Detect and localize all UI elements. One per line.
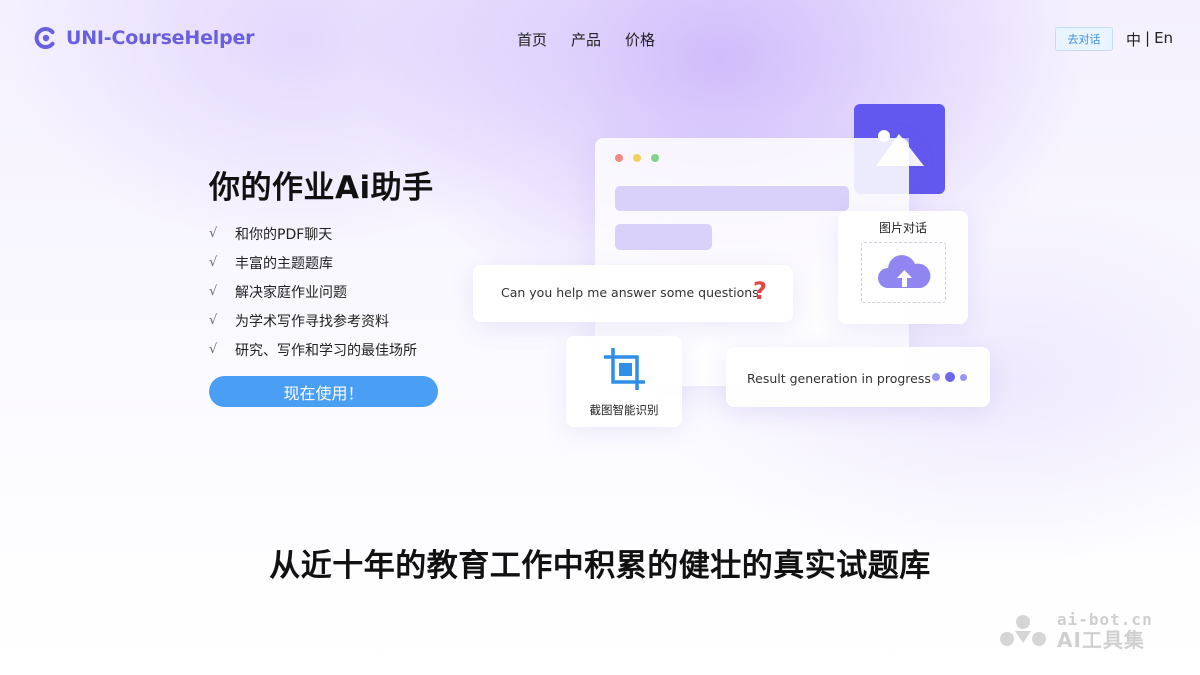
feature-label: 研究、写作和学习的最佳场所 <box>235 342 417 359</box>
list-item: √ 解决家庭作业问题 <box>209 277 417 306</box>
use-now-button[interactable]: 现在使用！ <box>209 376 438 407</box>
section-title: 从近十年的教育工作中积累的健壮的真实试题库 <box>269 548 931 584</box>
logo-icon <box>34 27 55 49</box>
cloud-upload-icon <box>878 255 931 288</box>
list-item: √ 丰富的主题题库 <box>209 248 417 277</box>
result-card: Result generation in progress <box>726 347 990 407</box>
brand-name: UNI-CourseHelper <box>66 27 255 49</box>
main-nav: 首页 产品 价格 <box>517 29 655 50</box>
watermark-name: AI工具集 <box>1057 628 1145 652</box>
crop-ocr-card: 截图智能识别 <box>566 336 682 427</box>
feature-list: √ 和你的PDF聊天 √ 丰富的主题题库 √ 解决家庭作业问题 √ 为学术写作寻找参考资… <box>209 219 417 364</box>
loading-dot <box>960 374 967 381</box>
window-dot-green <box>651 154 659 162</box>
crop-ocr-label: 截图智能识别 <box>589 403 659 417</box>
nav-product[interactable]: 产品 <box>571 29 601 50</box>
check-icon: √ <box>209 284 218 299</box>
watermark: ai-bot.cn AI工具集 <box>995 612 1153 650</box>
window-dot-yellow <box>633 154 641 162</box>
upload-dropzone <box>861 242 946 303</box>
question-mark-icon: ? <box>753 277 767 305</box>
check-icon: √ <box>209 255 218 270</box>
check-icon: √ <box>209 313 218 328</box>
hero-title: 你的作业Ai助手 <box>209 170 434 206</box>
loading-dot <box>945 372 955 382</box>
feature-label: 丰富的主题题库 <box>235 255 333 272</box>
lang-separator: | <box>1145 29 1151 47</box>
go-chat-button[interactable]: 去对话 <box>1055 27 1113 51</box>
language-switch: 中 | En <box>1126 29 1173 50</box>
brand-logo[interactable]: UNI-CourseHelper <box>34 26 255 50</box>
loading-dot <box>932 373 940 381</box>
frost-overlay <box>854 138 909 194</box>
crop-icon <box>604 348 645 390</box>
placeholder-bar <box>615 186 849 211</box>
list-item: √ 为学术写作寻找参考资料 <box>209 306 417 335</box>
question-card: Can you help me answer some questions ? <box>473 265 793 322</box>
check-icon: √ <box>209 226 218 241</box>
window-dot-red <box>615 154 623 162</box>
list-item: √ 和你的PDF聊天 <box>209 219 417 248</box>
lang-zh[interactable]: 中 <box>1126 29 1141 50</box>
placeholder-bar <box>615 224 712 250</box>
watermark-url: ai-bot.cn <box>1057 610 1153 629</box>
lang-en[interactable]: En <box>1154 29 1173 50</box>
feature-label: 解决家庭作业问题 <box>235 284 347 301</box>
nav-pricing[interactable]: 价格 <box>625 29 655 50</box>
list-item: √ 研究、写作和学习的最佳场所 <box>209 335 417 364</box>
image-chat-label: 图片对话 <box>878 221 927 235</box>
question-text: Can you help me answer some questions <box>501 285 759 300</box>
feature-label: 和你的PDF聊天 <box>235 226 333 243</box>
feature-label: 为学术写作寻找参考资料 <box>235 313 389 330</box>
image-chat-card: 图片对话 <box>838 211 968 324</box>
check-icon: √ <box>209 342 218 357</box>
nav-home[interactable]: 首页 <box>517 29 547 50</box>
watermark-logo-icon <box>1000 615 1046 646</box>
result-text: Result generation in progress <box>747 371 931 386</box>
